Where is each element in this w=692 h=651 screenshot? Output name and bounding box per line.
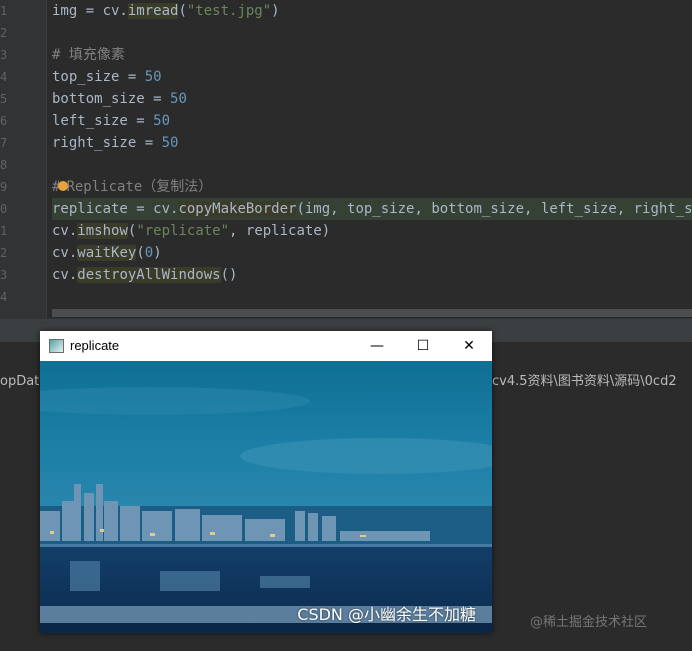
line-number: 4 xyxy=(0,290,8,304)
string-literal: "replicate" xyxy=(136,223,230,239)
code-token: top_size = xyxy=(52,69,145,85)
code-line-9[interactable]: # Replicate（复制法） xyxy=(52,176,212,198)
code-line-7[interactable]: right_size = 50 xyxy=(52,132,178,154)
code-comment: Replicate（复制法） xyxy=(66,179,213,195)
code-comment: # 填充像素 xyxy=(52,47,125,63)
line-number: 2 xyxy=(0,246,8,260)
code-line-11[interactable]: cv.imshow("replicate", replicate) xyxy=(52,220,330,242)
number-literal: 50 xyxy=(153,113,171,129)
line-number: 1 xyxy=(0,4,8,18)
code-line-6[interactable]: left_size = 50 xyxy=(52,110,170,132)
function-name: imread xyxy=(127,3,179,19)
number-literal: 0 xyxy=(144,245,154,261)
close-icon: ✕ xyxy=(463,338,475,354)
console-output-right: cv4.5资料\图书资料\源码\0cd2 xyxy=(492,374,677,389)
code-token: () xyxy=(220,267,238,283)
string-literal: "test.jpg" xyxy=(186,3,272,19)
line-number: 2 xyxy=(0,26,8,40)
code-token: right_size = xyxy=(52,135,162,151)
window-titlebar[interactable]: replicate — ☐ ✕ xyxy=(40,331,492,361)
code-token: cv. xyxy=(52,223,78,239)
opencv-window[interactable]: replicate — ☐ ✕ CSDN @小幽余生不加糖 xyxy=(40,331,492,633)
line-number: 1 xyxy=(0,224,8,238)
number-literal: 50 xyxy=(144,69,162,85)
replicate-image: CSDN @小幽余生不加糖 xyxy=(40,361,492,633)
function-name: destroyAllWindows xyxy=(77,267,221,283)
code-line-3[interactable]: # 填充像素 xyxy=(52,44,125,66)
minimize-button[interactable]: — xyxy=(354,331,400,361)
code-token: img = cv. xyxy=(52,3,128,19)
line-number: 4 xyxy=(0,70,8,84)
code-token: replicate = cv. xyxy=(52,201,179,217)
function-name: waitKey xyxy=(77,245,137,261)
city-photo xyxy=(40,361,492,633)
image-icon xyxy=(49,339,64,353)
code-token: ) xyxy=(271,3,280,19)
line-number: 6 xyxy=(0,114,8,128)
window-title: replicate xyxy=(70,338,120,353)
line-gutter: 1 2 3 4 5 6 7 8 9 0 1 2 3 4 xyxy=(0,0,47,318)
code-token: ) xyxy=(153,245,162,261)
close-button[interactable]: ✕ xyxy=(446,331,492,361)
code-token: cv. xyxy=(52,267,78,283)
code-line-10[interactable]: replicate = cv.copyMakeBorder(img, top_s… xyxy=(52,198,692,220)
line-number: 3 xyxy=(0,48,8,62)
code-token: cv. xyxy=(52,245,78,261)
code-token: , replicate) xyxy=(229,223,331,239)
line-number: 7 xyxy=(0,136,8,150)
code-line-1[interactable]: img = cv.imread("test.jpg") xyxy=(52,0,280,22)
line-number: 9 xyxy=(0,180,8,194)
line-number: 8 xyxy=(0,158,8,172)
code-token: bottom_size = xyxy=(52,91,171,107)
code-line-5[interactable]: bottom_size = 50 xyxy=(52,88,187,110)
function-name: imshow xyxy=(77,223,128,239)
function-name: copyMakeBorder xyxy=(178,201,297,217)
maximize-icon: ☐ xyxy=(416,338,430,354)
line-number: 0 xyxy=(0,202,8,216)
juejin-watermark: @稀土掘金技术社区 xyxy=(530,615,648,630)
minimize-icon: — xyxy=(370,338,384,354)
number-literal: 50 xyxy=(170,91,187,107)
code-line-4[interactable]: top_size = 50 xyxy=(52,66,162,88)
code-token: ( xyxy=(178,3,187,19)
line-number: 3 xyxy=(0,268,8,282)
code-area[interactable]: img = cv.imread("test.jpg") # 填充像素 top_s… xyxy=(52,0,692,318)
code-editor[interactable]: 1 2 3 4 5 6 7 8 9 0 1 2 3 4 img = cv.imr… xyxy=(0,0,692,318)
number-literal: 50 xyxy=(161,135,179,151)
code-token: left_size = xyxy=(52,113,154,129)
line-number: 5 xyxy=(0,92,8,106)
code-line-12[interactable]: cv.waitKey(0) xyxy=(52,242,162,264)
maximize-button[interactable]: ☐ xyxy=(400,331,446,361)
code-line-13[interactable]: cv.destroyAllWindows() xyxy=(52,264,237,286)
horizontal-scrollbar[interactable] xyxy=(52,309,692,317)
code-token: (img, top_size, bottom_size, left_size, … xyxy=(296,201,692,217)
code-token: ( xyxy=(136,245,145,261)
csdn-watermark: CSDN @小幽余生不加糖 xyxy=(297,605,476,624)
